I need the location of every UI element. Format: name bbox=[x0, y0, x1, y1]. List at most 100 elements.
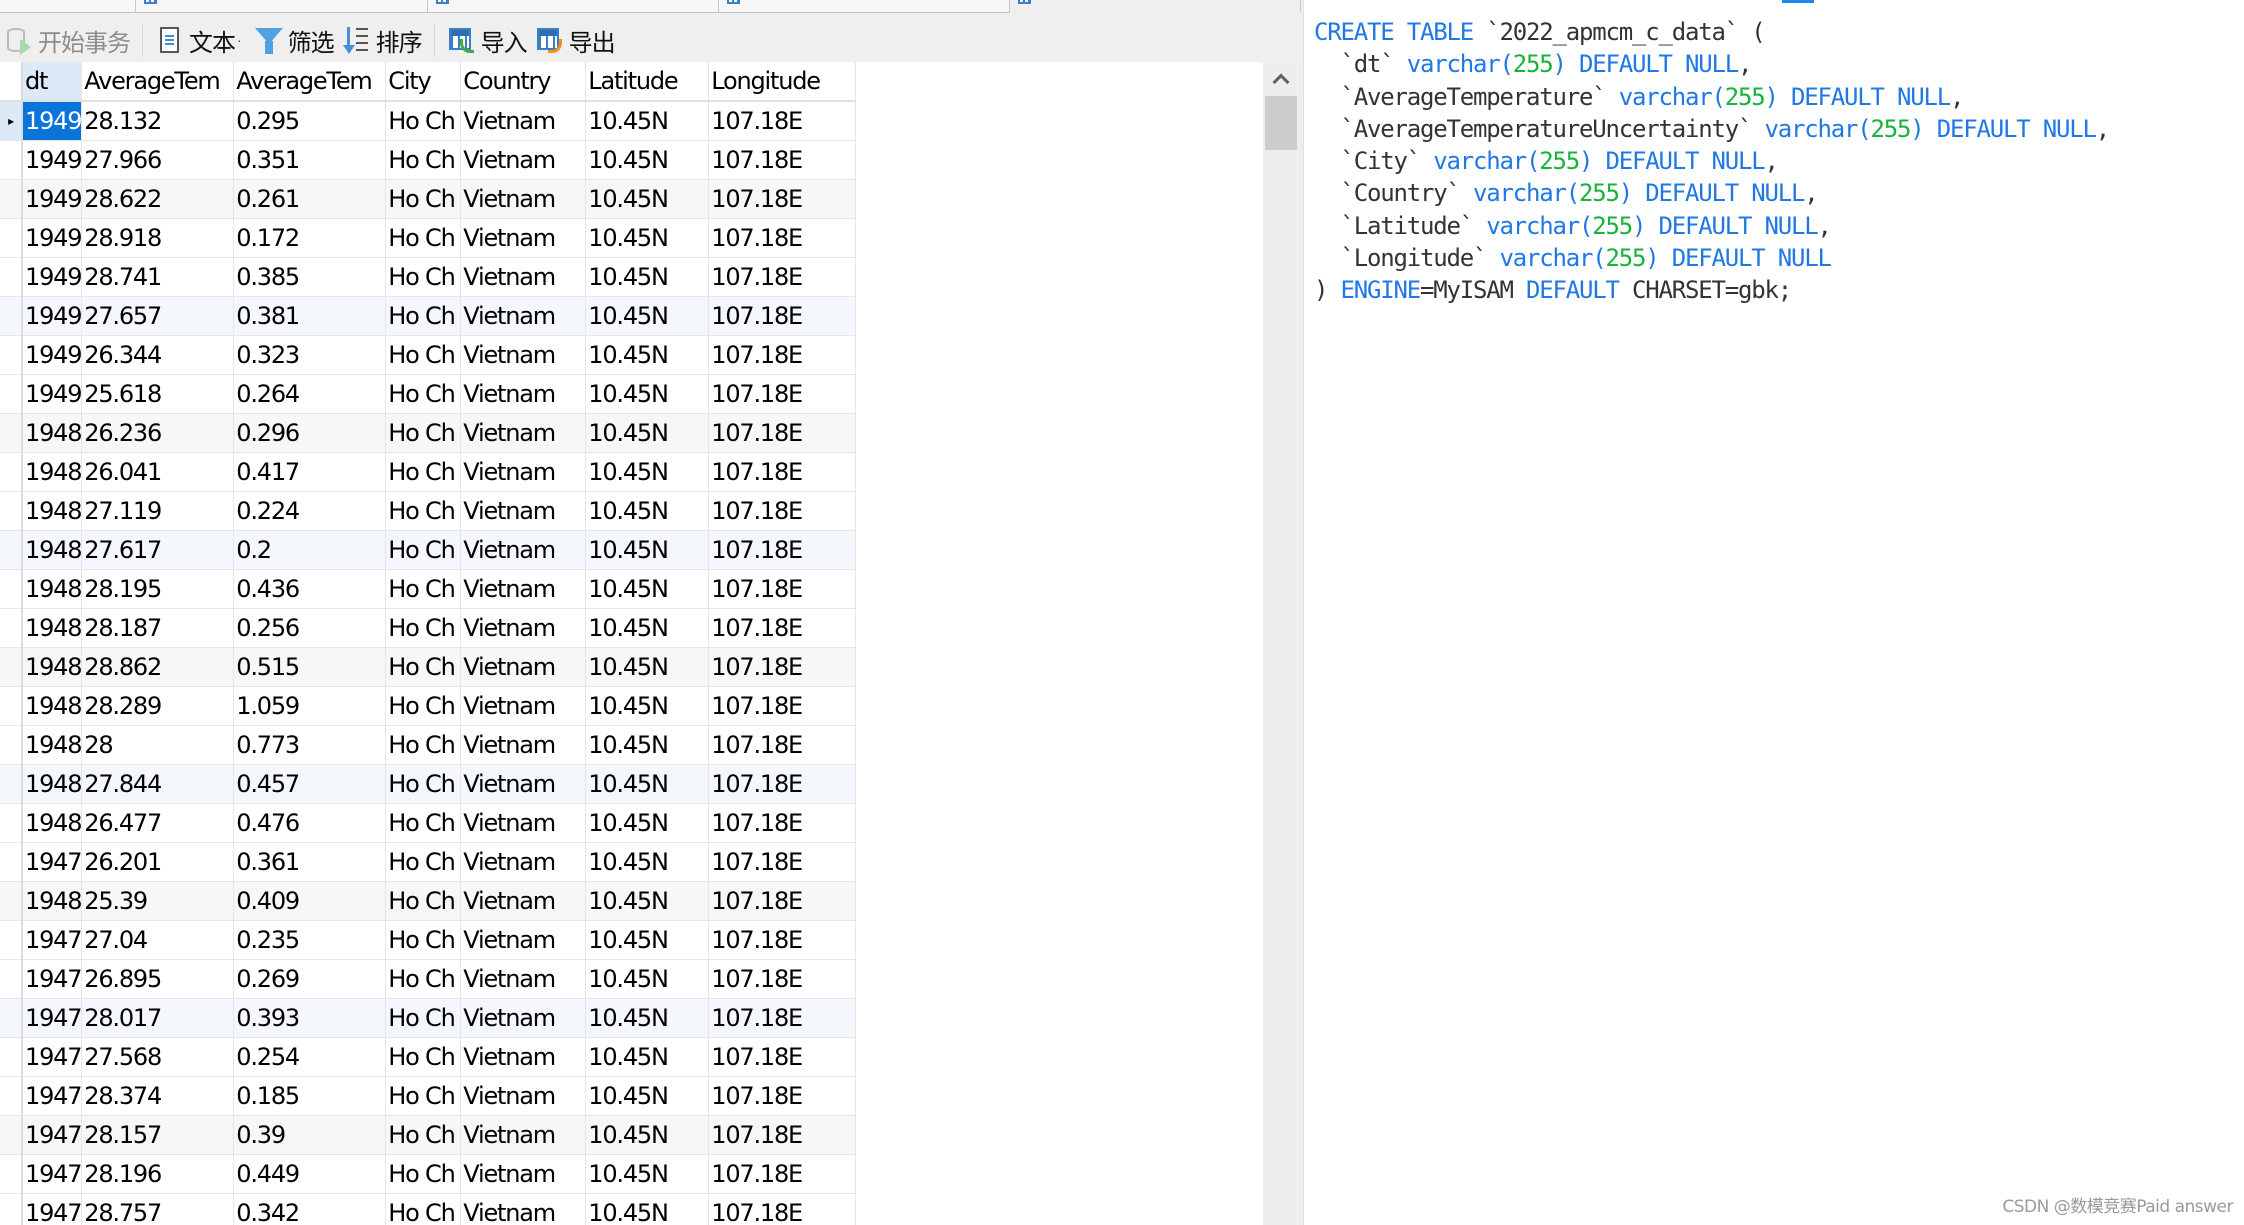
table-row[interactable]: 1947 28.157 0.39 Ho Ch Vietnam 10.45N 107.18E bbox=[0, 1115, 857, 1155]
table-row[interactable]: 1948 26.041 0.417 Ho Ch Vietnam 10.45N 107.18E bbox=[0, 452, 857, 492]
cell-latitude[interactable]: 10.45N bbox=[585, 452, 710, 492]
data-grid[interactable]: dt AverageTem AverageTem City Country Latitud… bbox=[0, 62, 1263, 1225]
cell-averagetem[interactable]: 26.041 bbox=[81, 452, 235, 492]
column-header-country[interactable]: Country bbox=[460, 62, 587, 102]
cell-averagetem[interactable]: 0.185 bbox=[233, 1076, 387, 1116]
cell-averagetem[interactable]: 27.617 bbox=[81, 530, 235, 570]
cell-country[interactable]: Vietnam bbox=[460, 1076, 587, 1116]
cell-country[interactable]: Vietnam bbox=[460, 881, 587, 921]
dropdown-arrow-icon[interactable]: · bbox=[237, 32, 242, 48]
cell-averagetem[interactable]: 28.187 bbox=[81, 608, 235, 648]
cell-dt[interactable]: 1948 bbox=[22, 530, 83, 570]
cell-latitude[interactable]: 10.45N bbox=[585, 257, 710, 297]
row-indicator[interactable] bbox=[0, 140, 23, 180]
cell-averagetem[interactable]: 0.449 bbox=[233, 1154, 387, 1194]
cell-latitude[interactable]: 10.45N bbox=[585, 959, 710, 999]
cell-averagetem[interactable]: 28.757 bbox=[81, 1193, 235, 1225]
cell-country[interactable]: Vietnam bbox=[460, 1115, 587, 1155]
cell-averagetem[interactable]: 0.261 bbox=[233, 179, 387, 219]
cell-latitude[interactable]: 10.45N bbox=[585, 920, 710, 960]
cell-city[interactable]: Ho Ch bbox=[385, 881, 462, 921]
row-indicator[interactable] bbox=[0, 842, 23, 882]
cell-averagetem[interactable]: 27.568 bbox=[81, 1037, 235, 1077]
cell-city[interactable]: Ho Ch bbox=[385, 218, 462, 258]
cell-averagetem[interactable]: 0.172 bbox=[233, 218, 387, 258]
cell-city[interactable]: Ho Ch bbox=[385, 413, 462, 453]
text-view-button[interactable]: 文本 · bbox=[151, 20, 250, 60]
column-header-latitude[interactable]: Latitude bbox=[585, 62, 710, 102]
cell-latitude[interactable]: 10.45N bbox=[585, 101, 710, 141]
row-indicator[interactable] bbox=[0, 530, 23, 570]
cell-longitude[interactable]: 107.18E bbox=[708, 335, 857, 375]
row-indicator[interactable] bbox=[0, 218, 23, 258]
cell-dt[interactable]: 1948 bbox=[22, 764, 83, 804]
import-button[interactable]: 导入 bbox=[443, 20, 531, 60]
cell-dt[interactable]: 1949 bbox=[22, 335, 83, 375]
cell-dt[interactable]: 1947 bbox=[22, 1193, 83, 1225]
row-indicator[interactable] bbox=[0, 686, 23, 726]
cell-dt[interactable]: 1948 bbox=[22, 452, 83, 492]
cell-averagetem[interactable]: 0.381 bbox=[233, 296, 387, 336]
cell-country[interactable]: Vietnam bbox=[460, 530, 587, 570]
cell-country[interactable]: Vietnam bbox=[460, 101, 587, 141]
tab[interactable] bbox=[719, 0, 1010, 13]
cell-averagetem[interactable]: 0.39 bbox=[233, 1115, 387, 1155]
cell-city[interactable]: Ho Ch bbox=[385, 1115, 462, 1155]
cell-city[interactable]: Ho Ch bbox=[385, 101, 462, 141]
cell-country[interactable]: Vietnam bbox=[460, 686, 587, 726]
cell-city[interactable]: Ho Ch bbox=[385, 140, 462, 180]
cell-latitude[interactable]: 10.45N bbox=[585, 1037, 710, 1077]
cell-averagetem[interactable]: 0.409 bbox=[233, 881, 387, 921]
cell-latitude[interactable]: 10.45N bbox=[585, 647, 710, 687]
cell-longitude[interactable]: 107.18E bbox=[708, 959, 857, 999]
cell-latitude[interactable]: 10.45N bbox=[585, 608, 710, 648]
table-row[interactable]: 1949 28.741 0.385 Ho Ch Vietnam 10.45N 107.18E bbox=[0, 257, 857, 297]
cell-averagetem[interactable]: 0.393 bbox=[233, 998, 387, 1038]
cell-longitude[interactable]: 107.18E bbox=[708, 920, 857, 960]
table-row[interactable]: 1948 28.289 1.059 Ho Ch Vietnam 10.45N 107.18E bbox=[0, 686, 857, 726]
table-row[interactable]: 1948 27.617 0.2 Ho Ch Vietnam 10.45N 107.18E bbox=[0, 530, 857, 570]
cell-dt[interactable]: 1947 bbox=[22, 1037, 83, 1077]
cell-averagetem[interactable]: 0.269 bbox=[233, 959, 387, 999]
cell-averagetem[interactable]: 28.862 bbox=[81, 647, 235, 687]
cell-dt[interactable]: 1948 bbox=[22, 569, 83, 609]
cell-averagetem[interactable]: 26.236 bbox=[81, 413, 235, 453]
row-indicator[interactable] bbox=[0, 1154, 23, 1194]
cell-city[interactable]: Ho Ch bbox=[385, 179, 462, 219]
table-row[interactable]: 1949 27.966 0.351 Ho Ch Vietnam 10.45N 107.18E bbox=[0, 140, 857, 180]
cell-averagetem[interactable]: 27.119 bbox=[81, 491, 235, 531]
cell-longitude[interactable]: 107.18E bbox=[708, 1154, 857, 1194]
cell-longitude[interactable]: 107.18E bbox=[708, 569, 857, 609]
cell-longitude[interactable]: 107.18E bbox=[708, 296, 857, 336]
cell-averagetem[interactable]: 28.195 bbox=[81, 569, 235, 609]
cell-averagetem[interactable]: 28.918 bbox=[81, 218, 235, 258]
cell-dt[interactable]: 1948 bbox=[22, 491, 83, 531]
table-row[interactable]: 1947 27.568 0.254 Ho Ch Vietnam 10.45N 107.18E bbox=[0, 1037, 857, 1077]
cell-averagetem[interactable]: 25.618 bbox=[81, 374, 235, 414]
cell-longitude[interactable]: 107.18E bbox=[708, 1076, 857, 1116]
cell-averagetem[interactable]: 0.773 bbox=[233, 725, 387, 765]
cell-averagetem[interactable]: 28.374 bbox=[81, 1076, 235, 1116]
column-header-longitude[interactable]: Longitude bbox=[708, 62, 857, 102]
table-row[interactable]: 1949 26.344 0.323 Ho Ch Vietnam 10.45N 107.18E bbox=[0, 335, 857, 375]
cell-city[interactable]: Ho Ch bbox=[385, 803, 462, 843]
cell-dt[interactable]: 1947 bbox=[22, 1154, 83, 1194]
cell-city[interactable]: Ho Ch bbox=[385, 1193, 462, 1225]
cell-dt[interactable]: 1949 bbox=[22, 374, 83, 414]
tab[interactable] bbox=[428, 0, 719, 13]
cell-dt[interactable]: 1948 bbox=[22, 647, 83, 687]
table-row[interactable]: 1948 27.844 0.457 Ho Ch Vietnam 10.45N 107.18E bbox=[0, 764, 857, 804]
cell-averagetem[interactable]: 26.201 bbox=[81, 842, 235, 882]
row-indicator[interactable] bbox=[0, 491, 23, 531]
cell-averagetem[interactable]: 26.344 bbox=[81, 335, 235, 375]
cell-latitude[interactable]: 10.45N bbox=[585, 530, 710, 570]
row-indicator[interactable] bbox=[0, 374, 23, 414]
cell-latitude[interactable]: 10.45N bbox=[585, 881, 710, 921]
export-button[interactable]: 导出 bbox=[531, 20, 619, 60]
row-indicator[interactable] bbox=[0, 1037, 23, 1077]
table-row[interactable]: 1947 26.895 0.269 Ho Ch Vietnam 10.45N 107.18E bbox=[0, 959, 857, 999]
cell-latitude[interactable]: 10.45N bbox=[585, 842, 710, 882]
table-row[interactable]: 1948 28.195 0.436 Ho Ch Vietnam 10.45N 107.18E bbox=[0, 569, 857, 609]
row-indicator[interactable] bbox=[0, 413, 23, 453]
table-row[interactable]: 1949 28.918 0.172 Ho Ch Vietnam 10.45N 107.18E bbox=[0, 218, 857, 258]
